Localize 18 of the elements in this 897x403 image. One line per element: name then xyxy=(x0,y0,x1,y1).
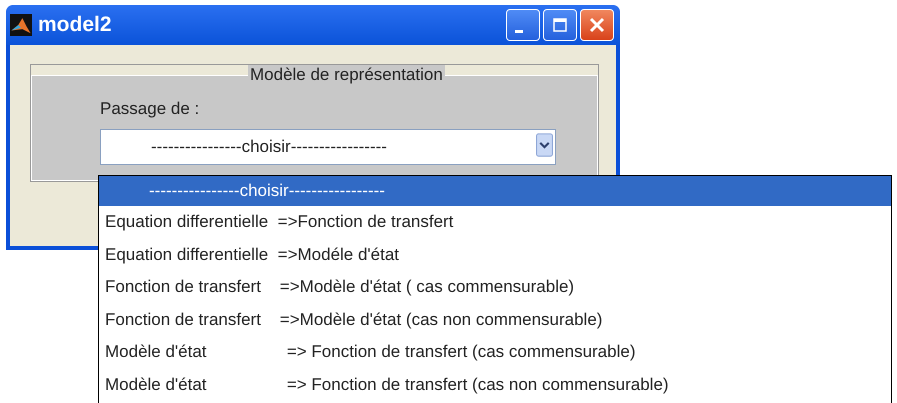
maximize-button[interactable] xyxy=(543,9,577,41)
chevron-down-icon[interactable] xyxy=(536,133,553,157)
minimize-button[interactable] xyxy=(506,9,540,41)
dropdown-option[interactable]: ----------------choisir----------------- xyxy=(99,176,891,206)
field-label: Passage de : xyxy=(100,99,200,119)
dropdown-field[interactable]: ----------------choisir----------------- xyxy=(100,129,556,165)
dropdown-option[interactable]: Equation differentielle =>Fonction de transfert xyxy=(99,206,891,238)
close-button[interactable] xyxy=(580,9,614,41)
group-title: Modèle de représentation xyxy=(248,65,445,85)
dropdown-option[interactable]: Modèle d'état => Fonction de transfert (cas commensurable) xyxy=(99,336,891,368)
dropdown-option[interactable]: Fonction de transfert =>Modèle d'état (cas non commensurable) xyxy=(99,304,891,336)
close-icon xyxy=(587,15,607,35)
dropdown-option[interactable]: Equation differentielle =>Modéle d'état xyxy=(99,238,891,271)
peak-icon xyxy=(10,14,32,36)
minimize-icon xyxy=(515,30,523,33)
window-title: model2 xyxy=(38,13,112,37)
dropdown-option[interactable]: Modèle d'état => Fonction de transfert (cas non commensurable) xyxy=(99,368,891,401)
dropdown-option[interactable]: Fonction de transfert =>Modèle d'état ( cas commensurable) xyxy=(99,271,891,304)
